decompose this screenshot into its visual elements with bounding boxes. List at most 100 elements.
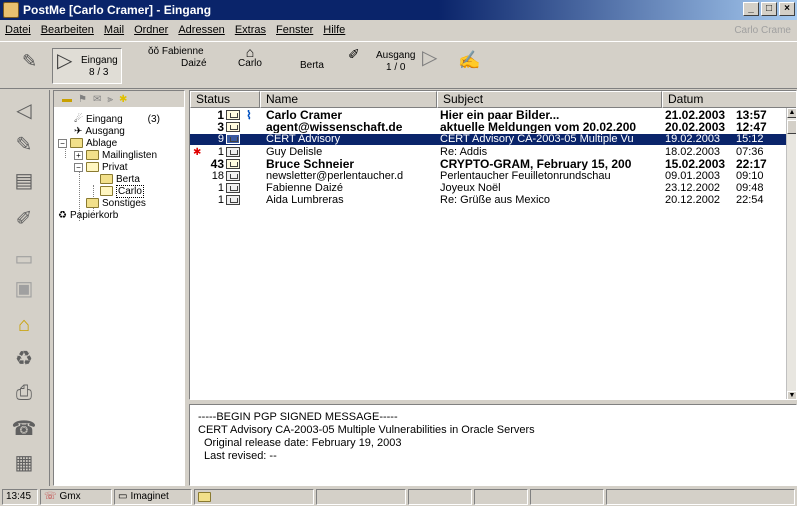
message-row[interactable]: 1 Fabienne Daizé Joyeux Noël 23.12.2002 09:4… [190, 183, 786, 194]
message-time: 13:57 [736, 110, 767, 121]
folder-new-icon[interactable]: ▬ [62, 94, 72, 105]
star-icon[interactable]: ✱ [119, 94, 127, 105]
minimize-button[interactable]: _ [743, 2, 759, 16]
message-preview[interactable]: -----BEGIN PGP SIGNED MESSAGE----- CERT … [189, 404, 797, 486]
forward-icon[interactable]: ▭ [11, 246, 37, 272]
message-date: 19.02.2003 [665, 134, 721, 145]
message-name: CERT Advisory [266, 134, 341, 145]
collapse-icon[interactable]: − [74, 162, 83, 172]
address-icon[interactable]: ✎ [11, 132, 37, 158]
menu-hilfe[interactable]: Hilfe [318, 24, 350, 36]
message-row[interactable]: 9 CERT Advisory CERT Advisory CA-2003-05 M… [190, 134, 786, 145]
inbox-icon: ☄ [74, 113, 83, 125]
folder-icon [100, 174, 113, 184]
menu-extras[interactable]: Extras [230, 24, 271, 36]
tree-inbox-label: Eingang [85, 113, 123, 125]
message-row[interactable]: 43 Bruce Schneier CRYPTO-GRAM, February 15… [190, 159, 786, 170]
message-row[interactable]: 3 agent@wissenschaft.de aktuelle Meldungen… [190, 122, 786, 133]
tree-item-inbox[interactable]: ☄ Eingang (3) [74, 113, 160, 125]
maximize-button[interactable]: □ [761, 2, 777, 16]
tree-item-trash[interactable]: ♻ Papierkorb [58, 209, 118, 221]
message-row[interactable]: ✱ 1 Guy Delisle Re: Addis 18.02.2003 07:36 [190, 147, 786, 158]
carlo-toolbar-label: Carlo [238, 58, 262, 69]
open-folder-icon[interactable]: ⌂ [11, 312, 37, 338]
message-row[interactable]: 1 ⌇ Carlo Cramer Hier ein paar Bilder... 21.… [190, 110, 786, 121]
back-icon[interactable]: ◁ [11, 98, 37, 124]
message-time: 09:10 [736, 171, 764, 182]
fax-icon[interactable]: ☎ [11, 416, 37, 442]
outbox-toolbar-button[interactable]: Ausgang 1 / 0 ▷ [376, 48, 437, 74]
message-row[interactable]: 1 Aida Lumbreras Re: Grüße aus Mexico 20.12… [190, 195, 786, 206]
message-subject: Joyeux Noël [440, 183, 501, 194]
menu-mail[interactable]: Mail [99, 24, 129, 36]
status-account1-label: Gmx [59, 491, 81, 502]
status-field-1 [316, 489, 406, 505]
new-message-icon[interactable]: ▤ [11, 168, 37, 194]
message-count: 18 [211, 171, 224, 182]
envelope-icon [226, 195, 240, 205]
outbox-toolbar-label: Ausgang [376, 50, 416, 61]
filter-icon[interactable]: ⫸ [107, 94, 113, 105]
trash-icon: ♻ [58, 209, 67, 221]
message-subject: Perlentaucher Feuilletonrundschau [440, 171, 611, 182]
calendar-icon[interactable]: ▦ [11, 450, 37, 476]
status-account-gmx[interactable]: ☏ Gmx [40, 489, 112, 505]
tree-item-carlo[interactable]: Carlo [100, 184, 144, 198]
menu-datei[interactable]: Datei [0, 24, 36, 36]
menu-bearbeiten[interactable]: Bearbeiten [36, 24, 99, 36]
status-field-5 [606, 489, 795, 505]
berta-toolbar-button[interactable]: Berta [300, 60, 324, 72]
tree-item-misc[interactable]: Sonstiges [86, 197, 146, 209]
tree-trash-label: Papierkorb [69, 209, 119, 221]
check-mail-icon[interactable]: ✎ [22, 52, 37, 70]
scroll-down-icon[interactable]: ▼ [787, 391, 796, 399]
column-subject[interactable]: Subject [437, 91, 662, 108]
print-icon[interactable]: ⎙ [11, 380, 37, 406]
tree-item-private[interactable]: − Privat [74, 161, 128, 173]
list-scrollbar[interactable]: ▲ ▼ [786, 108, 796, 399]
scroll-thumb[interactable] [787, 120, 796, 134]
column-name[interactable]: Name [260, 91, 437, 108]
close-button[interactable]: × [779, 2, 795, 16]
status-account-imaginet[interactable]: ▭ Imaginet [114, 489, 192, 505]
collapse-icon[interactable]: − [58, 138, 67, 148]
edit-icon[interactable]: ✐ [11, 206, 37, 232]
message-subject: aktuelle Meldungen vom 20.02.200 [440, 122, 637, 133]
menu-ordner[interactable]: Ordner [129, 24, 173, 36]
paperclip-icon: ⌇ [246, 110, 252, 121]
menu-adressen[interactable]: Adressen [173, 24, 229, 36]
message-name: Carlo Cramer [266, 110, 343, 121]
message-row[interactable]: 18 newsletter@perlentaucher.d Perlentauche… [190, 171, 786, 182]
preview-line-3: Original release date: February 19, 2003 [204, 437, 402, 449]
inbox-toolbar-button[interactable]: ▷ Eingang 8 / 3 [52, 48, 122, 84]
app-icon [3, 2, 19, 18]
flag-small-icon[interactable]: ⚑ [78, 94, 87, 105]
carlo-toolbar-button[interactable]: ⌂ Carlo [232, 44, 268, 70]
open-folder-icon [86, 162, 99, 172]
tree-item-archive[interactable]: − Ablage [58, 137, 117, 149]
tree-toolbar: ▬ ⚑ ✉ ⫸ ✱ [54, 91, 184, 107]
sign-icon[interactable]: ✍ [458, 51, 480, 69]
message-time: 15:12 [736, 134, 764, 145]
inbox-toolbar-label: Eingang [81, 55, 118, 66]
tree-inbox-count: (3) [147, 113, 160, 125]
mail-small-icon[interactable]: ✉ [93, 94, 101, 105]
message-subject: Re: Grüße aus Mexico [440, 195, 551, 206]
folder-icon: ⌂ [245, 44, 255, 60]
delete-icon[interactable]: ♻ [11, 346, 37, 372]
scroll-up-icon[interactable]: ▲ [787, 108, 796, 118]
compose-icon[interactable]: ✐ [348, 47, 360, 61]
expand-icon[interactable]: + [74, 150, 83, 160]
save-icon[interactable]: ▣ [11, 276, 37, 302]
tree-item-outbox[interactable]: ✈ Ausgang [74, 125, 125, 137]
message-date: 09.01.2003 [665, 171, 721, 182]
tree-item-berta[interactable]: Berta [100, 173, 140, 185]
title-bar[interactable]: PostMe [Carlo Cramer] - Eingang _ □ × [0, 0, 797, 20]
tree-item-mailinglists[interactable]: + Mailinglisten [74, 149, 157, 161]
fabienne-toolbar-button[interactable]: ǒǒ Fabienne Daizé [145, 46, 207, 70]
message-subject: CERT Advisory CA-2003-05 Multiple Vu [440, 134, 634, 145]
column-date[interactable]: Datum [662, 91, 796, 108]
column-status[interactable]: Status [190, 91, 260, 108]
toolbar: ✎ ▷ Eingang 8 / 3 ǒǒ Fabienne Daizé ⌂ Ca… [0, 41, 797, 89]
menu-fenster[interactable]: Fenster [271, 24, 318, 36]
